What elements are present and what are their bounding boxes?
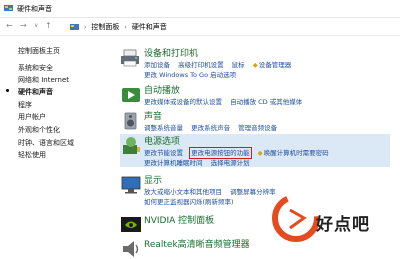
- control-panel-icon: [70, 24, 79, 30]
- display-links-row2: 如何更正监视器闪烁(刷新频率): [144, 196, 240, 206]
- screen-resolution-link[interactable]: 调整屏幕分辨率: [230, 188, 276, 196]
- adjust-volume-link[interactable]: 调整系统音量: [144, 124, 183, 132]
- shield-icon: ◆: [252, 61, 258, 69]
- category-sound: 声音 调整系统音量 更改系统声音 管理音频设备: [108, 109, 400, 133]
- power-plan-link[interactable]: 选择电源计划: [211, 159, 250, 167]
- sound-title[interactable]: 声音: [144, 109, 162, 122]
- realtek-title[interactable]: Realtek高清晰音频管理器: [144, 237, 250, 250]
- add-device-link[interactable]: 添加设备: [144, 61, 170, 69]
- autoplay-icon: [122, 88, 140, 102]
- manage-audio-link[interactable]: 管理音频设备: [238, 124, 277, 132]
- change-sounds-link[interactable]: 更改系统声音: [191, 124, 230, 132]
- device-manager-link[interactable]: 设备管理器: [259, 61, 292, 69]
- sidebar-item-hardware-sound[interactable]: 硬件和声音: [18, 87, 53, 97]
- sidebar-item-ease-of-access[interactable]: 轻松使用: [18, 150, 46, 160]
- watermark-text: 好点吧: [316, 215, 370, 235]
- category-power: 电源选项 更改节能设置 更改电源按钮的功能 ◆唤醒计算机时需要密码 更改计算机睡…: [108, 134, 400, 168]
- text-size-link[interactable]: 放大或缩小文本和其他项目: [144, 188, 222, 196]
- sleep-time-link[interactable]: 更改计算机睡眠时间: [144, 159, 203, 167]
- category-autoplay: 自动播放 更改媒体或设备的默认设置 自动播放 CD 或其他媒体: [108, 83, 400, 107]
- breadcrumb: › 控制面板 › 硬件和声音: [70, 22, 167, 32]
- category-devices: 设备和打印机 添加设备 高级打印机设置 鼠标 ◆设备管理器 更改 Windows…: [108, 46, 400, 80]
- power-title[interactable]: 电源选项: [144, 134, 180, 147]
- control-panel-icon: [4, 5, 13, 11]
- window-title: 硬件和声音: [17, 5, 52, 13]
- devices-title[interactable]: 设备和打印机: [144, 46, 198, 59]
- sidebar: 控制面板主页 系统和安全 网络和 Internet 硬件和声音 程序 用户帐户 …: [0, 36, 108, 255]
- forward-button[interactable]: →: [20, 20, 27, 32]
- devices-links-row1: 添加设备 高级打印机设置 鼠标 ◆设备管理器: [144, 59, 297, 69]
- display-icon: [121, 176, 141, 194]
- up-button[interactable]: ↑: [45, 20, 52, 32]
- refresh-rate-link[interactable]: 如何更正监视器闪烁(刷新频率): [144, 198, 234, 206]
- display-links-row1: 放大或缩小文本和其他项目 调整屏幕分辨率: [144, 186, 282, 196]
- advanced-printer-link[interactable]: 高级打印机设置: [178, 61, 224, 69]
- breadcrumb-separator-icon: ›: [84, 23, 87, 31]
- sidebar-item-clock-language[interactable]: 时钟、语言和区域: [18, 138, 74, 148]
- realtek-speaker-icon: [123, 241, 139, 257]
- autoplay-cd-link[interactable]: 自动播放 CD 或其他媒体: [230, 98, 302, 106]
- power-links-row1: 更改节能设置 更改电源按钮的功能 ◆唤醒计算机时需要密码: [144, 147, 335, 159]
- power-links-row2: 更改计算机睡眠时间 选择电源计划: [144, 157, 256, 167]
- change-power-saving-link[interactable]: 更改节能设置: [144, 149, 183, 157]
- autoplay-title[interactable]: 自动播放: [144, 83, 180, 96]
- title-bar: 硬件和声音: [0, 0, 400, 18]
- breadcrumb-control-panel[interactable]: 控制面板: [91, 22, 119, 32]
- sidebar-item-programs[interactable]: 程序: [18, 100, 32, 110]
- devices-links-row2: 更改 Windows To Go 启动选项: [144, 69, 242, 79]
- display-title[interactable]: 显示: [144, 173, 162, 186]
- breadcrumb-hardware-sound[interactable]: 硬件和声音: [132, 22, 167, 32]
- mouse-link[interactable]: 鼠标: [232, 61, 245, 69]
- power-options-icon: [123, 137, 140, 154]
- autoplay-links: 更改媒体或设备的默认设置 自动播放 CD 或其他媒体: [144, 96, 308, 106]
- sound-links: 调整系统音量 更改系统声音 管理音频设备: [144, 122, 283, 132]
- windows-to-go-link[interactable]: 更改 Windows To Go 启动选项: [144, 71, 236, 79]
- sidebar-item-control-panel-home[interactable]: 控制面板主页: [18, 46, 60, 56]
- address-bar: ← → ∨ ↑ › 控制面板 › 硬件和声音: [0, 17, 400, 36]
- speaker-icon: [124, 112, 137, 130]
- breadcrumb-separator-icon: ›: [124, 23, 127, 31]
- nvidia-icon: [121, 217, 141, 232]
- sidebar-item-system-security[interactable]: 系统和安全: [18, 63, 53, 73]
- sidebar-item-user-accounts[interactable]: 用户帐户: [18, 112, 46, 122]
- nvidia-title[interactable]: NVIDIA 控制面板: [144, 213, 214, 226]
- back-button[interactable]: ←: [6, 20, 13, 32]
- history-chevron-icon[interactable]: ∨: [34, 20, 38, 32]
- printer-icon: [121, 49, 139, 67]
- sidebar-item-appearance[interactable]: 外观和个性化: [18, 125, 60, 135]
- shield-icon: ◆: [257, 149, 263, 157]
- active-bullet-icon: [6, 89, 9, 92]
- wake-password-link[interactable]: 唤醒计算机时需要密码: [264, 149, 329, 157]
- sidebar-item-network[interactable]: 网络和 Internet: [18, 75, 69, 85]
- control-panel-window: 硬件和声音 ← → ∨ ↑ › 控制面板 › 硬件和声音 控制面板主页 系统和安…: [0, 0, 400, 257]
- media-default-link[interactable]: 更改媒体或设备的默认设置: [144, 98, 222, 106]
- watermark: 好点吧: [272, 176, 400, 255]
- change-power-button-link[interactable]: 更改电源按钮的功能: [189, 147, 252, 159]
